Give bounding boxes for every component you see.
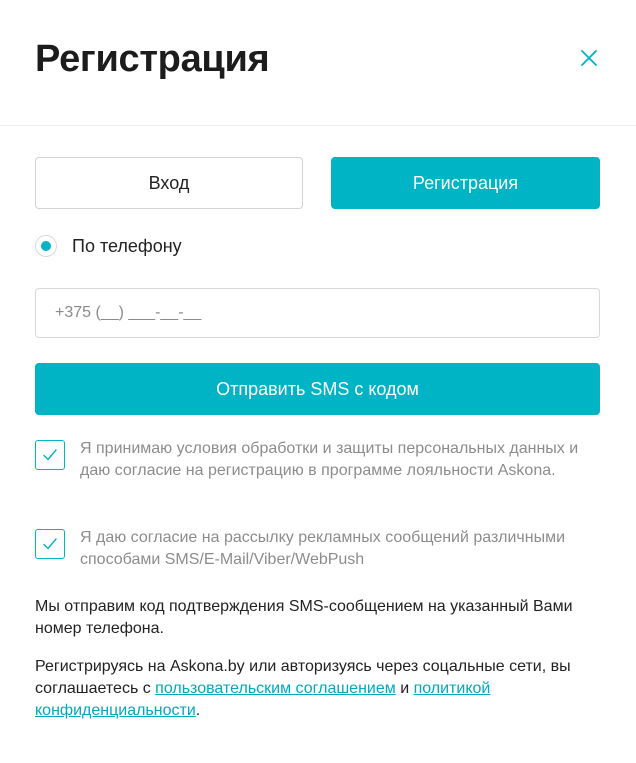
tab-login[interactable]: Вход xyxy=(35,157,303,209)
consent-checkbox-marketing[interactable] xyxy=(35,529,65,559)
tab-register[interactable]: Регистрация xyxy=(331,157,600,209)
consent-row-marketing: Я даю согласие на рассылку рекламных соо… xyxy=(35,527,580,571)
close-icon[interactable] xyxy=(577,46,601,70)
phone-radio[interactable] xyxy=(35,235,57,257)
agreement-suffix: . xyxy=(195,702,201,719)
send-sms-button[interactable]: Отправить SMS с кодом xyxy=(35,363,600,415)
consent-text-marketing: Я даю согласие на рассылку рекламных соо… xyxy=(80,529,566,568)
modal-header: Регистрация xyxy=(0,0,636,126)
agreement-text: Регистрируясь на Askona.by или авторизуя… xyxy=(35,656,600,722)
agreement-middle: и xyxy=(395,680,414,697)
consent-checkbox-loyalty[interactable] xyxy=(35,440,65,470)
auth-tabs: Вход Регистрация xyxy=(35,157,600,209)
consent-text-loyalty: Я принимаю условия обработки и защиты пе… xyxy=(80,440,579,479)
checkmark-icon xyxy=(43,449,57,461)
checkmark-icon xyxy=(43,538,57,550)
method-phone-label: По телефону xyxy=(72,235,182,256)
sms-note: Мы отправим код подтверждения SMS-сообще… xyxy=(35,598,573,637)
page-title: Регистрация xyxy=(35,38,270,80)
consent-row-loyalty: Я принимаю условия обработки и защиты пе… xyxy=(35,438,580,482)
phone-input[interactable] xyxy=(35,288,600,338)
method-phone-option[interactable]: По телефону xyxy=(35,233,182,259)
user-agreement-link[interactable]: пользовательским соглашением xyxy=(155,680,396,697)
